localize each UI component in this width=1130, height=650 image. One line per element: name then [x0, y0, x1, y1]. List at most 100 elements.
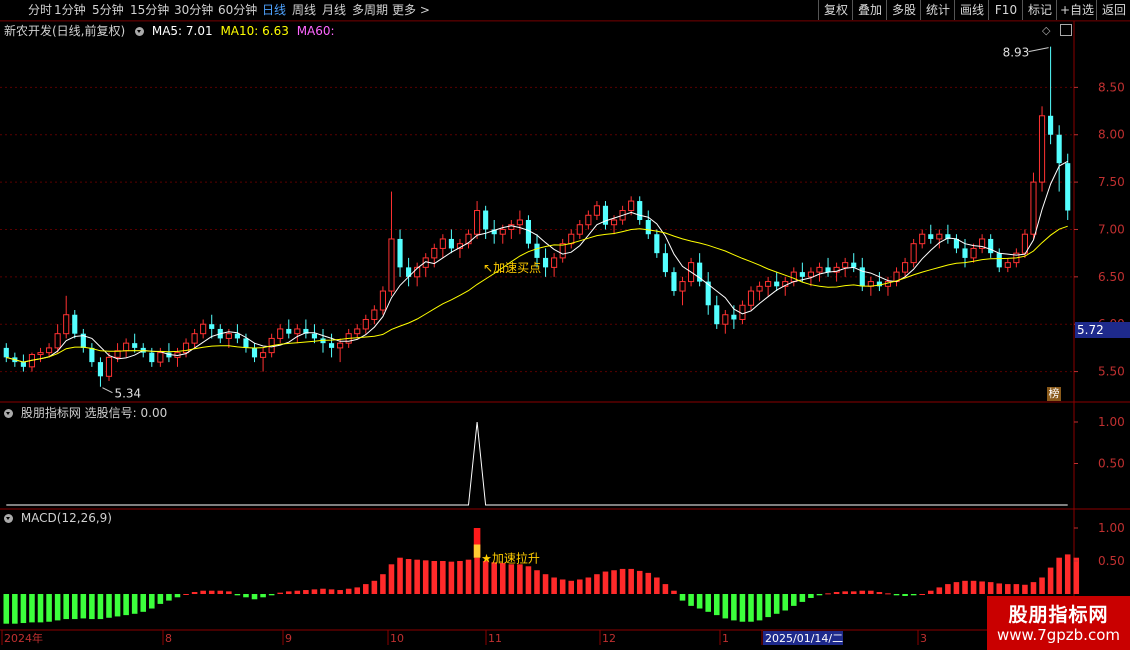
macd-bar	[29, 594, 35, 623]
macd-bar	[517, 564, 523, 594]
signal-line	[6, 421, 1068, 506]
candle-body	[919, 233, 926, 245]
window-toggle-icon[interactable]	[1060, 24, 1072, 36]
macd-bar	[363, 584, 369, 594]
macd-bar	[106, 594, 112, 618]
candle-body	[132, 343, 138, 348]
macd-bar	[183, 594, 189, 595]
macd-annotation: ★加速拉升	[481, 550, 540, 565]
candle-body	[294, 328, 301, 335]
macd-bar	[594, 574, 600, 594]
candle-body	[722, 314, 729, 325]
x-tick-label: 12	[602, 632, 616, 645]
watermark-url: www.7gpzb.com	[997, 626, 1120, 644]
candle-body	[46, 347, 53, 354]
macd-bar	[927, 590, 934, 594]
candle-body	[747, 290, 755, 306]
candle-body	[610, 219, 618, 226]
candle-body	[149, 352, 155, 363]
macd-bar	[371, 580, 378, 594]
macd-bar	[619, 568, 626, 594]
candle-body	[731, 314, 737, 320]
candle-body	[851, 262, 857, 268]
x-tick-label: 11	[488, 632, 502, 645]
macd-bar	[636, 570, 643, 594]
candle-body	[1065, 163, 1071, 211]
macd-bar	[568, 580, 575, 594]
chart-canvas[interactable]: 8.508.007.507.006.506.005.508.935.34↖加速买…	[0, 0, 1130, 650]
candle-body	[1056, 134, 1062, 164]
candle-body	[790, 271, 797, 283]
y-tick-label: 1.00	[1098, 521, 1125, 535]
macd-bar	[3, 594, 10, 624]
macd-bar	[996, 583, 1003, 594]
macd-bar	[1039, 577, 1045, 594]
macd-bar	[748, 594, 754, 622]
rank-badge[interactable]: 榜	[1047, 387, 1061, 401]
macd-bar	[551, 577, 557, 594]
candle-body	[37, 352, 44, 356]
macd-bar	[260, 594, 266, 598]
macd-bar	[679, 594, 686, 601]
macd-bar	[422, 560, 429, 594]
macd-bar	[243, 594, 249, 598]
macd-bar	[722, 594, 729, 619]
candle-body	[568, 233, 575, 245]
y-tick-label: 8.50	[1098, 80, 1125, 94]
candle-body	[756, 285, 763, 292]
macd-bar	[825, 593, 831, 595]
diamond-icon[interactable]: ◇	[1042, 24, 1050, 37]
candle-body	[774, 281, 780, 287]
x-tick-label: 10	[390, 632, 404, 645]
macd-bar	[63, 594, 69, 620]
macd-bar	[816, 594, 823, 596]
macd-bar	[654, 577, 660, 594]
macd-bar	[808, 594, 814, 598]
candle-body	[448, 238, 454, 249]
candle-body	[89, 347, 95, 363]
candle-body	[277, 328, 284, 339]
macd-bar	[482, 561, 489, 594]
candle-body	[286, 328, 292, 334]
candle-body	[72, 314, 78, 334]
macd-bar	[850, 591, 857, 594]
x-tick-label: 1	[722, 632, 729, 645]
candle-body	[654, 234, 660, 254]
macd-bar	[294, 590, 301, 594]
candle-body	[1038, 115, 1046, 183]
candle-body	[1004, 262, 1011, 268]
candle-body	[671, 272, 677, 292]
y-tick-label: 7.00	[1098, 222, 1125, 236]
macd-bar	[354, 587, 361, 594]
macd-bar	[885, 593, 891, 595]
macd-bar	[979, 581, 985, 594]
candle-body	[225, 333, 232, 339]
macd-bar	[773, 594, 780, 614]
candle-body	[20, 362, 26, 367]
macd-bar	[1022, 584, 1028, 594]
macd-bar	[1005, 584, 1011, 594]
candle-body	[311, 333, 318, 339]
macd-bar	[149, 594, 155, 609]
macd-bar	[380, 574, 386, 594]
candle-body	[962, 248, 968, 258]
x-tick-label: 8	[165, 632, 172, 645]
macd-bar	[902, 594, 908, 596]
candle-body	[585, 214, 592, 226]
candle-body	[988, 238, 994, 254]
macd-bar	[1064, 554, 1071, 594]
candle-body	[200, 323, 207, 335]
macd-bar	[303, 590, 309, 594]
macd-bar	[191, 592, 198, 594]
watermark: 股朋指标网 www.7gpzb.com	[987, 596, 1130, 650]
macd-bar	[166, 594, 172, 601]
macd-bar	[80, 594, 87, 619]
candle-body	[765, 281, 772, 287]
macd-bar	[12, 594, 18, 624]
macd-bar	[337, 590, 343, 594]
y-tick-label: 1.00	[1098, 415, 1125, 429]
candle-body	[54, 333, 61, 349]
candle-body	[337, 342, 344, 349]
candle-body	[3, 347, 9, 358]
candle-body	[559, 243, 566, 259]
